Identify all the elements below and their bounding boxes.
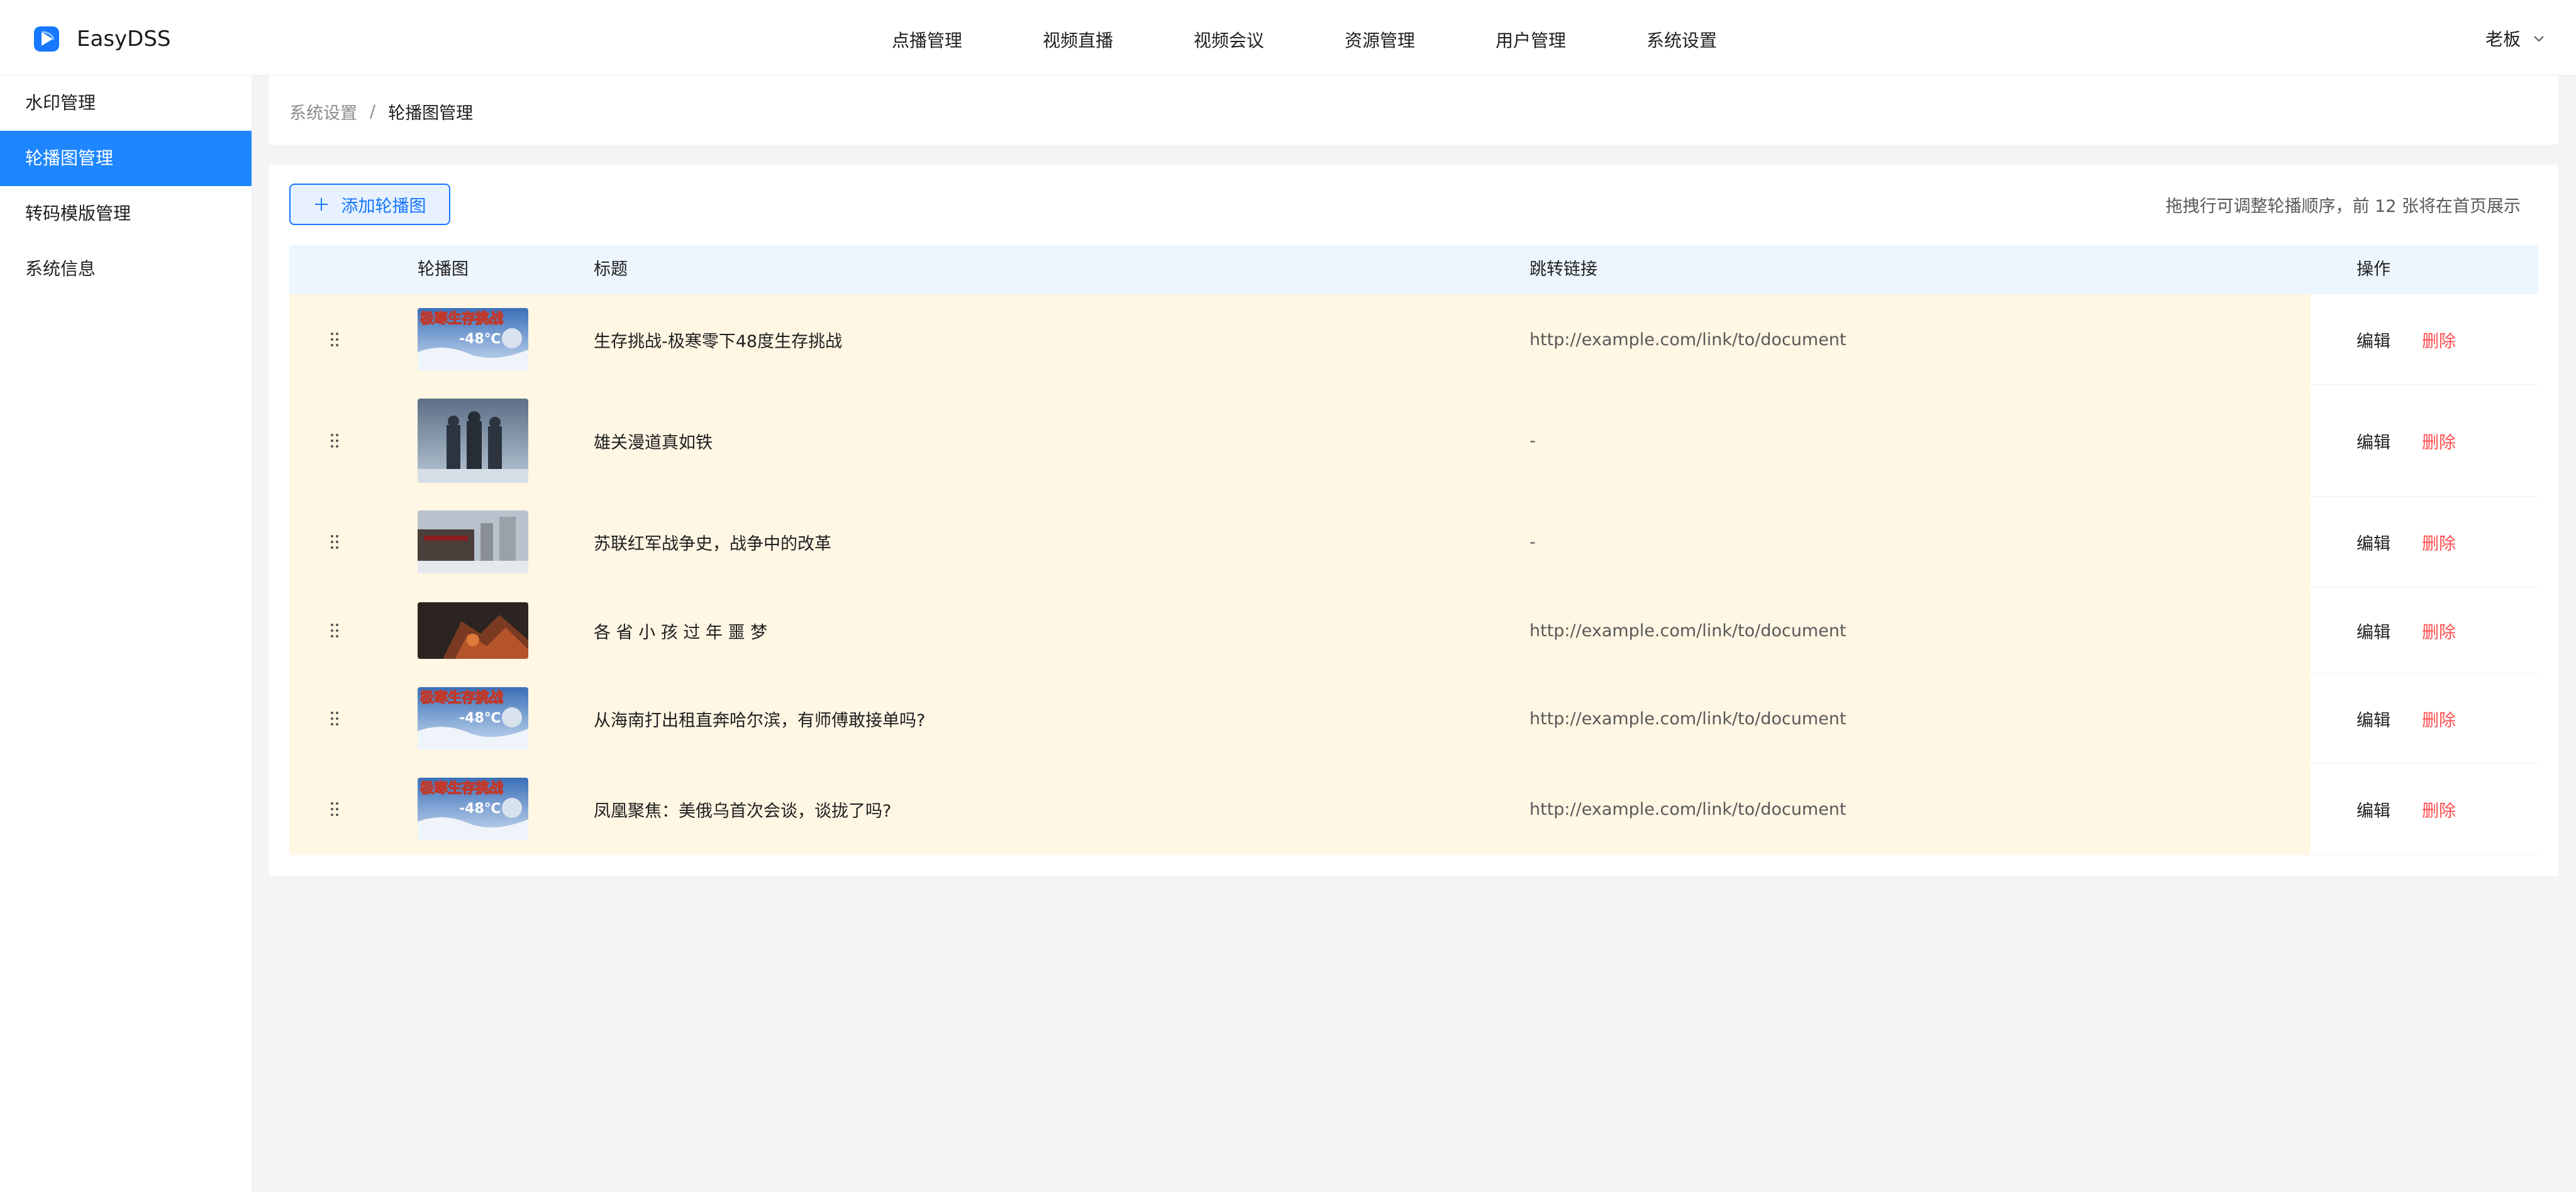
row-title: 生存挑战-极寒零下48度生存挑战	[594, 331, 843, 351]
carousel-table-card: 添加轮播图 拖拽行可调整轮播顺序，前 12 张将在首页展示 轮播图 标题 跳转链…	[269, 165, 2558, 876]
app-logo[interactable]: EasyDSS	[33, 25, 171, 53]
table-header: 轮播图 标题 跳转链接 操作	[289, 245, 2538, 294]
reorder-hint: 拖拽行可调整轮播顺序，前 12 张将在首页展示	[2165, 197, 2521, 216]
main-nav: 点播管理 视频直播 视频会议 资源管理 用户管理 系统设置	[852, 0, 1757, 91]
breadcrumb-current: 轮播图管理	[388, 104, 474, 123]
user-menu[interactable]: 老板	[2485, 23, 2546, 54]
nav-label: 视频直播	[1042, 30, 1113, 51]
delete-button[interactable]: 删除	[2422, 497, 2456, 587]
delete-button[interactable]: 删除	[2422, 385, 2456, 497]
edit-button[interactable]: 编辑	[2357, 497, 2390, 587]
delete-button[interactable]: 删除	[2422, 674, 2456, 763]
row-title: 从海南打出租直奔哈尔滨，有师傅敢接单吗?	[594, 710, 926, 731]
column-header-link: 跳转链接	[1530, 260, 1597, 279]
edit-button[interactable]: 编辑	[2357, 385, 2390, 497]
row-link: http://example.com/link/to/document	[1530, 621, 1846, 641]
nav-resources[interactable]: 资源管理	[1304, 0, 1455, 75]
carousel-thumbnail	[418, 385, 528, 497]
row-link: -	[1530, 431, 1536, 451]
column-header-image: 轮播图	[418, 260, 469, 279]
breadcrumb-separator: /	[370, 102, 376, 121]
add-carousel-button[interactable]: 添加轮播图	[289, 184, 450, 225]
drag-handle-icon[interactable]	[327, 294, 342, 385]
row-link: -	[1530, 532, 1536, 552]
svg-text:极寒生存挑战: 极寒生存挑战	[420, 311, 503, 327]
row-link: http://example.com/link/to/document	[1530, 709, 1846, 729]
nav-system-settings[interactable]: 系统设置	[1606, 0, 1757, 91]
svg-text:-48℃: -48℃	[459, 710, 501, 726]
carousel-thumbnail	[418, 497, 528, 587]
top-header: EasyDSS 点播管理 视频直播 视频会议 资源管理 用户管理 系统设置 老板	[0, 0, 2576, 91]
svg-text:-48℃: -48℃	[459, 801, 501, 817]
user-name: 老板	[2485, 29, 2521, 50]
edit-button[interactable]: 编辑	[2357, 587, 2390, 674]
sidebar-item-system-info[interactable]: 系统信息	[0, 241, 252, 297]
row-title: 雄关漫道真如铁	[594, 433, 713, 453]
nav-label: 系统设置	[1646, 0, 1718, 91]
carousel-table: 轮播图 标题 跳转链接 操作 极寒生存挑战 -48℃ 生存挑战-极寒零下48度生…	[289, 245, 2538, 855]
svg-text:-48℃: -48℃	[459, 331, 501, 347]
drag-handle-icon[interactable]	[327, 587, 342, 674]
nav-vod[interactable]: 点播管理	[852, 0, 1002, 75]
row-title: 凤凰聚焦：美俄乌首次会谈，谈拢了吗?	[594, 801, 892, 821]
carousel-thumbnail	[418, 587, 528, 674]
edit-button[interactable]: 编辑	[2357, 763, 2390, 855]
chevron-down-icon	[2534, 36, 2544, 42]
nav-live[interactable]: 视频直播	[1002, 0, 1153, 75]
column-header-actions: 操作	[2357, 260, 2390, 279]
plus-icon	[314, 198, 328, 211]
table-row[interactable]: 苏联红军战争史，战争中的改革 - 编辑 删除	[289, 497, 2538, 587]
drag-handle-icon[interactable]	[327, 763, 342, 855]
carousel-thumbnail: 极寒生存挑战 -48℃	[418, 294, 528, 385]
breadcrumb-parent[interactable]: 系统设置	[289, 99, 357, 124]
sidebar: 水印管理 轮播图管理 转码模版管理 系统信息	[0, 75, 252, 1192]
logo-icon	[34, 26, 59, 52]
nav-meeting[interactable]: 视频会议	[1153, 0, 1304, 75]
delete-button[interactable]: 删除	[2422, 763, 2456, 855]
nav-label: 视频会议	[1193, 30, 1264, 51]
sidebar-item-carousel[interactable]: 轮播图管理	[0, 131, 252, 186]
nav-label: 用户管理	[1495, 30, 1566, 51]
edit-button[interactable]: 编辑	[2357, 294, 2390, 385]
nav-users[interactable]: 用户管理	[1455, 0, 1606, 75]
table-row[interactable]: 极寒生存挑战 -48℃ 凤凰聚焦：美俄乌首次会谈，谈拢了吗? http://ex…	[289, 763, 2538, 855]
breadcrumb: 系统设置 / 轮播图管理	[289, 99, 473, 124]
app-name: EasyDSS	[77, 26, 171, 52]
add-carousel-label: 添加轮播图	[341, 196, 426, 216]
table-row[interactable]: 各 省 小 孩 过 年 噩 梦 http://example.com/link/…	[289, 587, 2538, 674]
table-row[interactable]: 极寒生存挑战 -48℃ 从海南打出租直奔哈尔滨，有师傅敢接单吗? http://…	[289, 674, 2538, 763]
sidebar-item-watermark[interactable]: 水印管理	[0, 75, 252, 131]
breadcrumb-card: 系统设置 / 轮播图管理	[269, 75, 2558, 145]
nav-label: 点播管理	[891, 30, 962, 51]
drag-handle-icon[interactable]	[327, 497, 342, 587]
row-link: http://example.com/link/to/document	[1530, 799, 1846, 819]
carousel-thumbnail: 极寒生存挑战 -48℃	[418, 674, 528, 763]
carousel-thumbnail: 极寒生存挑战 -48℃	[418, 763, 528, 855]
table-row[interactable]: 雄关漫道真如铁 - 编辑 删除	[289, 385, 2538, 497]
svg-text:极寒生存挑战: 极寒生存挑战	[420, 780, 503, 797]
edit-button[interactable]: 编辑	[2357, 674, 2390, 763]
column-header-title: 标题	[594, 260, 628, 279]
row-link: http://example.com/link/to/document	[1530, 329, 1846, 350]
row-title: 各 省 小 孩 过 年 噩 梦	[594, 622, 768, 643]
delete-button[interactable]: 删除	[2422, 294, 2456, 385]
svg-text:极寒生存挑战: 极寒生存挑战	[420, 690, 503, 706]
delete-button[interactable]: 删除	[2422, 587, 2456, 674]
nav-label: 资源管理	[1344, 30, 1415, 51]
drag-handle-icon[interactable]	[327, 385, 342, 497]
row-title: 苏联红军战争史，战争中的改革	[594, 534, 831, 554]
sidebar-item-transcode-templates[interactable]: 转码模版管理	[0, 186, 252, 241]
table-row[interactable]: 极寒生存挑战 -48℃ 生存挑战-极寒零下48度生存挑战 http://exam…	[289, 294, 2538, 385]
drag-handle-icon[interactable]	[327, 674, 342, 763]
